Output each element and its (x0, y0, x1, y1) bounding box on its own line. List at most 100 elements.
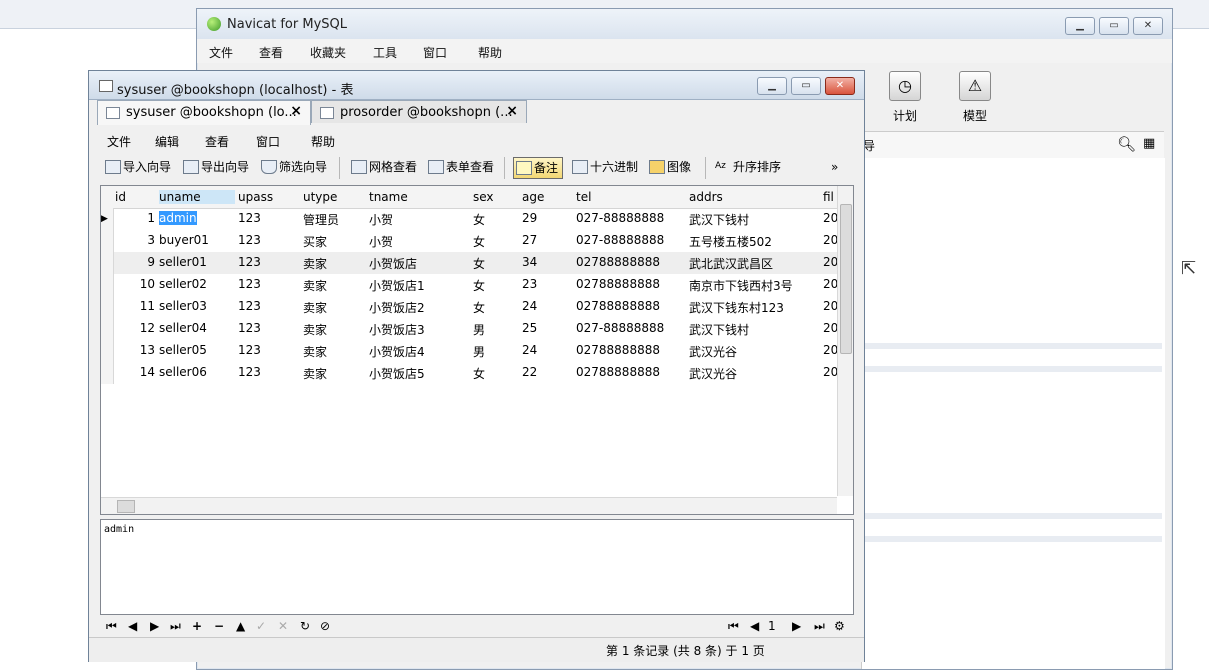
cell-id[interactable]: 3 (101, 233, 155, 247)
cell-fil[interactable]: 20 (823, 211, 838, 225)
cell-uname[interactable]: admin (159, 211, 197, 225)
model-button[interactable]: ⚠ 模型 (945, 71, 1005, 131)
menu-window[interactable]: 窗口 (423, 44, 447, 61)
cell-tel[interactable]: 02788888888 (576, 277, 660, 291)
form-view-button[interactable]: 表单查看 (426, 157, 494, 177)
cell-addrs[interactable]: 武汉光谷 (689, 365, 737, 382)
table-row[interactable]: 10 seller02 123 卖家 小贺饭店1 女 23 02788888888 南京市下钱西… (101, 274, 838, 296)
filter-wizard-button[interactable]: 筛选向导 (259, 157, 327, 177)
cell-tel[interactable]: 027-88888888 (576, 233, 664, 247)
cell-sex[interactable]: 男 (473, 321, 485, 338)
cell-uname[interactable]: seller06 (159, 365, 207, 379)
cell-utype[interactable]: 卖家 (303, 277, 327, 294)
cell-sex[interactable]: 女 (473, 299, 485, 316)
tab-prosorder[interactable]: prosorder @bookshopn (... × (311, 100, 527, 123)
last-page-icon[interactable]: ⏭ (814, 619, 825, 634)
cell-id[interactable]: 14 (101, 365, 155, 379)
menu-window[interactable]: 窗口 (256, 133, 280, 150)
column-header-addrs[interactable]: addrs (689, 190, 723, 204)
menu-tools[interactable]: 工具 (373, 44, 397, 61)
cell-fil[interactable]: 20 (823, 321, 838, 335)
cell-addrs[interactable]: 武汉下钱东村123 (689, 299, 784, 316)
grid-view-button[interactable]: 网格查看 (349, 157, 417, 177)
cell-tname[interactable]: 小贺饭店5 (369, 365, 425, 382)
cell-age[interactable]: 24 (522, 343, 537, 357)
cell-tname[interactable]: 小贺饭店1 (369, 277, 425, 294)
cell-age[interactable]: 23 (522, 277, 537, 291)
sort-ascending-button[interactable]: Az 升序排序 (713, 157, 781, 177)
cell-fil[interactable]: 20 (823, 255, 838, 269)
page-settings-icon[interactable]: ⚙ (834, 619, 845, 633)
hex-button[interactable]: 十六进制 (570, 157, 638, 177)
cell-utype[interactable]: 买家 (303, 233, 327, 250)
up-icon[interactable]: ▲ (236, 619, 245, 633)
cell-addrs[interactable]: 武汉下钱村 (689, 321, 749, 338)
cell-uname[interactable]: seller02 (159, 277, 207, 291)
horizontal-scrollbar[interactable] (101, 497, 837, 514)
add-record-icon[interactable]: + (192, 619, 202, 633)
column-header-tel[interactable]: tel (576, 190, 591, 204)
maximize-button[interactable]: ▭ (791, 77, 821, 95)
menu-favorites[interactable]: 收藏夹 (310, 44, 346, 61)
cell-tname[interactable]: 小贺饭店 (369, 255, 417, 272)
cell-fil[interactable]: 20 (823, 277, 838, 291)
cell-utype[interactable]: 卖家 (303, 321, 327, 338)
tab-sysuser[interactable]: sysuser @bookshopn (lo... × (97, 100, 311, 125)
search-icon[interactable]: 🔍︎ (1117, 135, 1136, 153)
cell-uname[interactable]: seller04 (159, 321, 207, 335)
cell-id[interactable]: 1 (101, 211, 155, 225)
cell-upass[interactable]: 123 (238, 277, 261, 291)
menu-help[interactable]: 帮助 (478, 44, 502, 61)
stop-icon[interactable]: ⊘ (320, 619, 330, 633)
cell-uname[interactable]: buyer01 (159, 233, 209, 247)
cell-utype[interactable]: 卖家 (303, 365, 327, 382)
menu-view[interactable]: 查看 (205, 133, 229, 150)
column-header-utype[interactable]: utype (303, 190, 337, 204)
cell-tname[interactable]: 小贺 (369, 233, 393, 250)
column-header-fil[interactable]: fil (823, 190, 834, 204)
table-row[interactable]: 3 buyer01 123 买家 小贺 女 27 027-88888888 五号楼五楼502 20 (101, 230, 838, 252)
cell-tel[interactable]: 02788888888 (576, 299, 660, 313)
last-record-icon[interactable]: ⏭ (170, 619, 181, 634)
prev-page-icon[interactable]: ◀ (750, 619, 759, 633)
cell-tname[interactable]: 小贺饭店2 (369, 299, 425, 316)
cell-addrs[interactable]: 五号楼五楼502 (689, 233, 772, 250)
cell-sex[interactable]: 男 (473, 343, 485, 360)
menu-file[interactable]: 文件 (107, 133, 131, 150)
menu-file[interactable]: 文件 (209, 44, 233, 61)
column-header-id[interactable]: id (115, 190, 126, 204)
table-row[interactable]: 9 seller01 123 卖家 小贺饭店 女 34 02788888888 武北武汉武昌区 2… (101, 252, 838, 274)
close-tab-icon[interactable]: × (290, 103, 302, 119)
close-button[interactable]: ✕ (1133, 17, 1163, 35)
cell-age[interactable]: 27 (522, 233, 537, 247)
memo-button[interactable]: 备注 (513, 157, 564, 179)
cell-utype[interactable]: 卖家 (303, 255, 327, 272)
prev-record-icon[interactable]: ◀ (128, 619, 137, 633)
cell-fil[interactable]: 20 (823, 299, 838, 313)
column-header-tname[interactable]: tname (369, 190, 408, 204)
cell-sex[interactable]: 女 (473, 277, 485, 294)
close-button[interactable]: ✕ (825, 77, 855, 95)
next-record-icon[interactable]: ▶ (150, 619, 159, 633)
menu-view[interactable]: 查看 (259, 44, 283, 61)
cell-age[interactable]: 25 (522, 321, 537, 335)
scrollbar-thumb[interactable] (117, 500, 135, 513)
cell-sex[interactable]: 女 (473, 233, 485, 250)
table-row[interactable]: ▶ 1 admin 123 管理员 小贺女 29 027-88888888 武汉下钱村 20 (101, 208, 838, 230)
cell-addrs[interactable]: 南京市下钱西村3号 (689, 277, 793, 294)
cell-upass[interactable]: 123 (238, 233, 261, 247)
cell-tel[interactable]: 027-88888888 (576, 321, 664, 335)
cell-uname[interactable]: seller05 (159, 343, 207, 357)
cell-tname[interactable]: 小贺 (369, 211, 393, 228)
cell-fil[interactable]: 20 (823, 343, 838, 357)
cell-age[interactable]: 24 (522, 299, 537, 313)
next-page-icon[interactable]: ▶ (792, 619, 801, 633)
cell-uname[interactable]: seller03 (159, 299, 207, 313)
toolbar-overflow-button[interactable]: » (831, 157, 838, 177)
cell-tname[interactable]: 小贺饭店4 (369, 343, 425, 360)
export-wizard-button[interactable]: 导出向导 (181, 157, 249, 177)
cell-tname[interactable]: 小贺饭店3 (369, 321, 425, 338)
cell-fil[interactable]: 20 (823, 365, 838, 379)
first-record-icon[interactable]: ⏮ (106, 619, 117, 634)
table-row[interactable]: 14 seller06 123 卖家 小贺饭店5 女 22 02788888888 武汉光谷 20 (101, 362, 838, 384)
